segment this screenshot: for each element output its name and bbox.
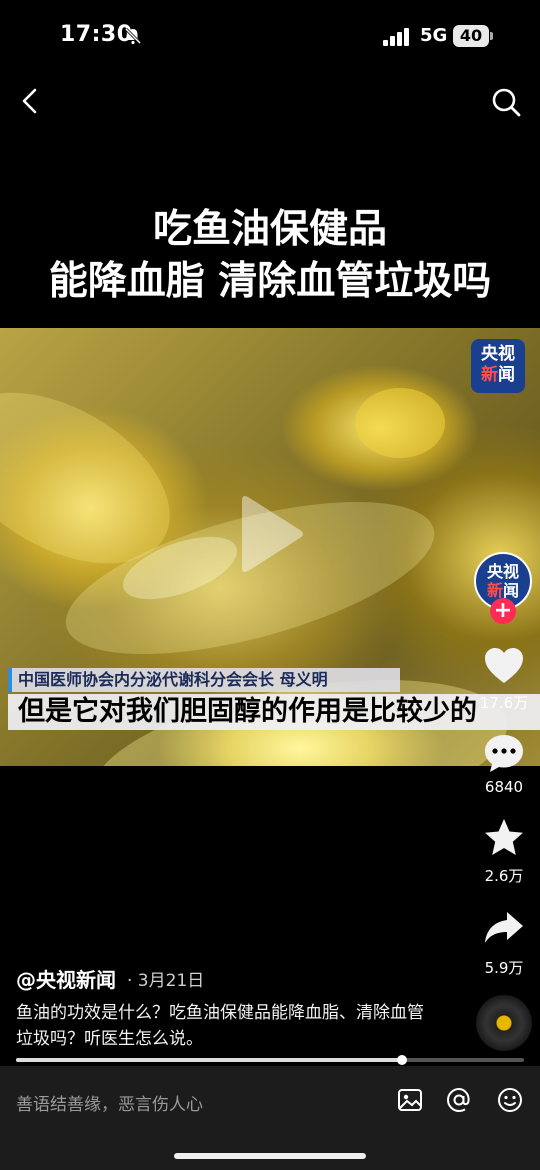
at-icon[interactable] — [445, 1086, 473, 1114]
battery-level: 40 — [453, 25, 489, 47]
signal-icon — [383, 28, 409, 46]
image-icon[interactable] — [396, 1086, 424, 1114]
video-title-line-1: 吃鱼油保健品 — [152, 207, 387, 252]
video-title-line-2: 能降血脂 清除血管垃圾吗 — [48, 259, 492, 304]
progress-fill — [16, 1058, 402, 1062]
home-indicator — [174, 1153, 366, 1159]
battery-tip — [490, 32, 493, 40]
progress-knob[interactable] — [397, 1055, 407, 1065]
share-icon[interactable] — [482, 906, 526, 950]
music-disc[interactable] — [476, 995, 532, 1051]
network-type: 5G — [420, 25, 448, 46]
comment-count: 6840 — [484, 778, 524, 796]
video-subtitle: 但是它对我们胆固醇的作用是比较少的 — [8, 694, 540, 730]
author-name[interactable]: @央视新闻 — [16, 964, 116, 993]
video-title: 吃鱼油保健品 能降血脂 清除血管垃圾吗 — [0, 204, 540, 308]
play-icon[interactable] — [236, 494, 306, 574]
share-count: 5.9万 — [484, 959, 524, 977]
channel-logo: 央视 新闻 — [471, 339, 525, 393]
star-icon[interactable] — [482, 816, 526, 860]
follow-button[interactable]: + — [490, 598, 516, 624]
post-description: 鱼油的功效是什么？吃鱼油保健品能降血脂、清除血管垃圾吗？听医生怎么说。 — [16, 1003, 424, 1049]
favorite-count: 2.6万 — [484, 867, 524, 885]
post-date: · 3月21日 — [127, 971, 205, 991]
heart-icon[interactable] — [482, 644, 526, 688]
comment-input[interactable]: 善语结善缘，恶言伤人心 — [16, 1090, 203, 1115]
status-time: 17:30 — [60, 22, 133, 47]
search-icon[interactable] — [490, 86, 522, 118]
back-icon[interactable] — [16, 86, 46, 116]
bell-off-icon — [124, 27, 142, 45]
like-count: 17.6万 — [479, 694, 529, 712]
comment-icon[interactable] — [482, 731, 526, 775]
speaker-caption: 中国医师协会内分泌代谢科分会会长 母义明 — [8, 668, 400, 692]
emoji-icon[interactable] — [496, 1086, 524, 1114]
